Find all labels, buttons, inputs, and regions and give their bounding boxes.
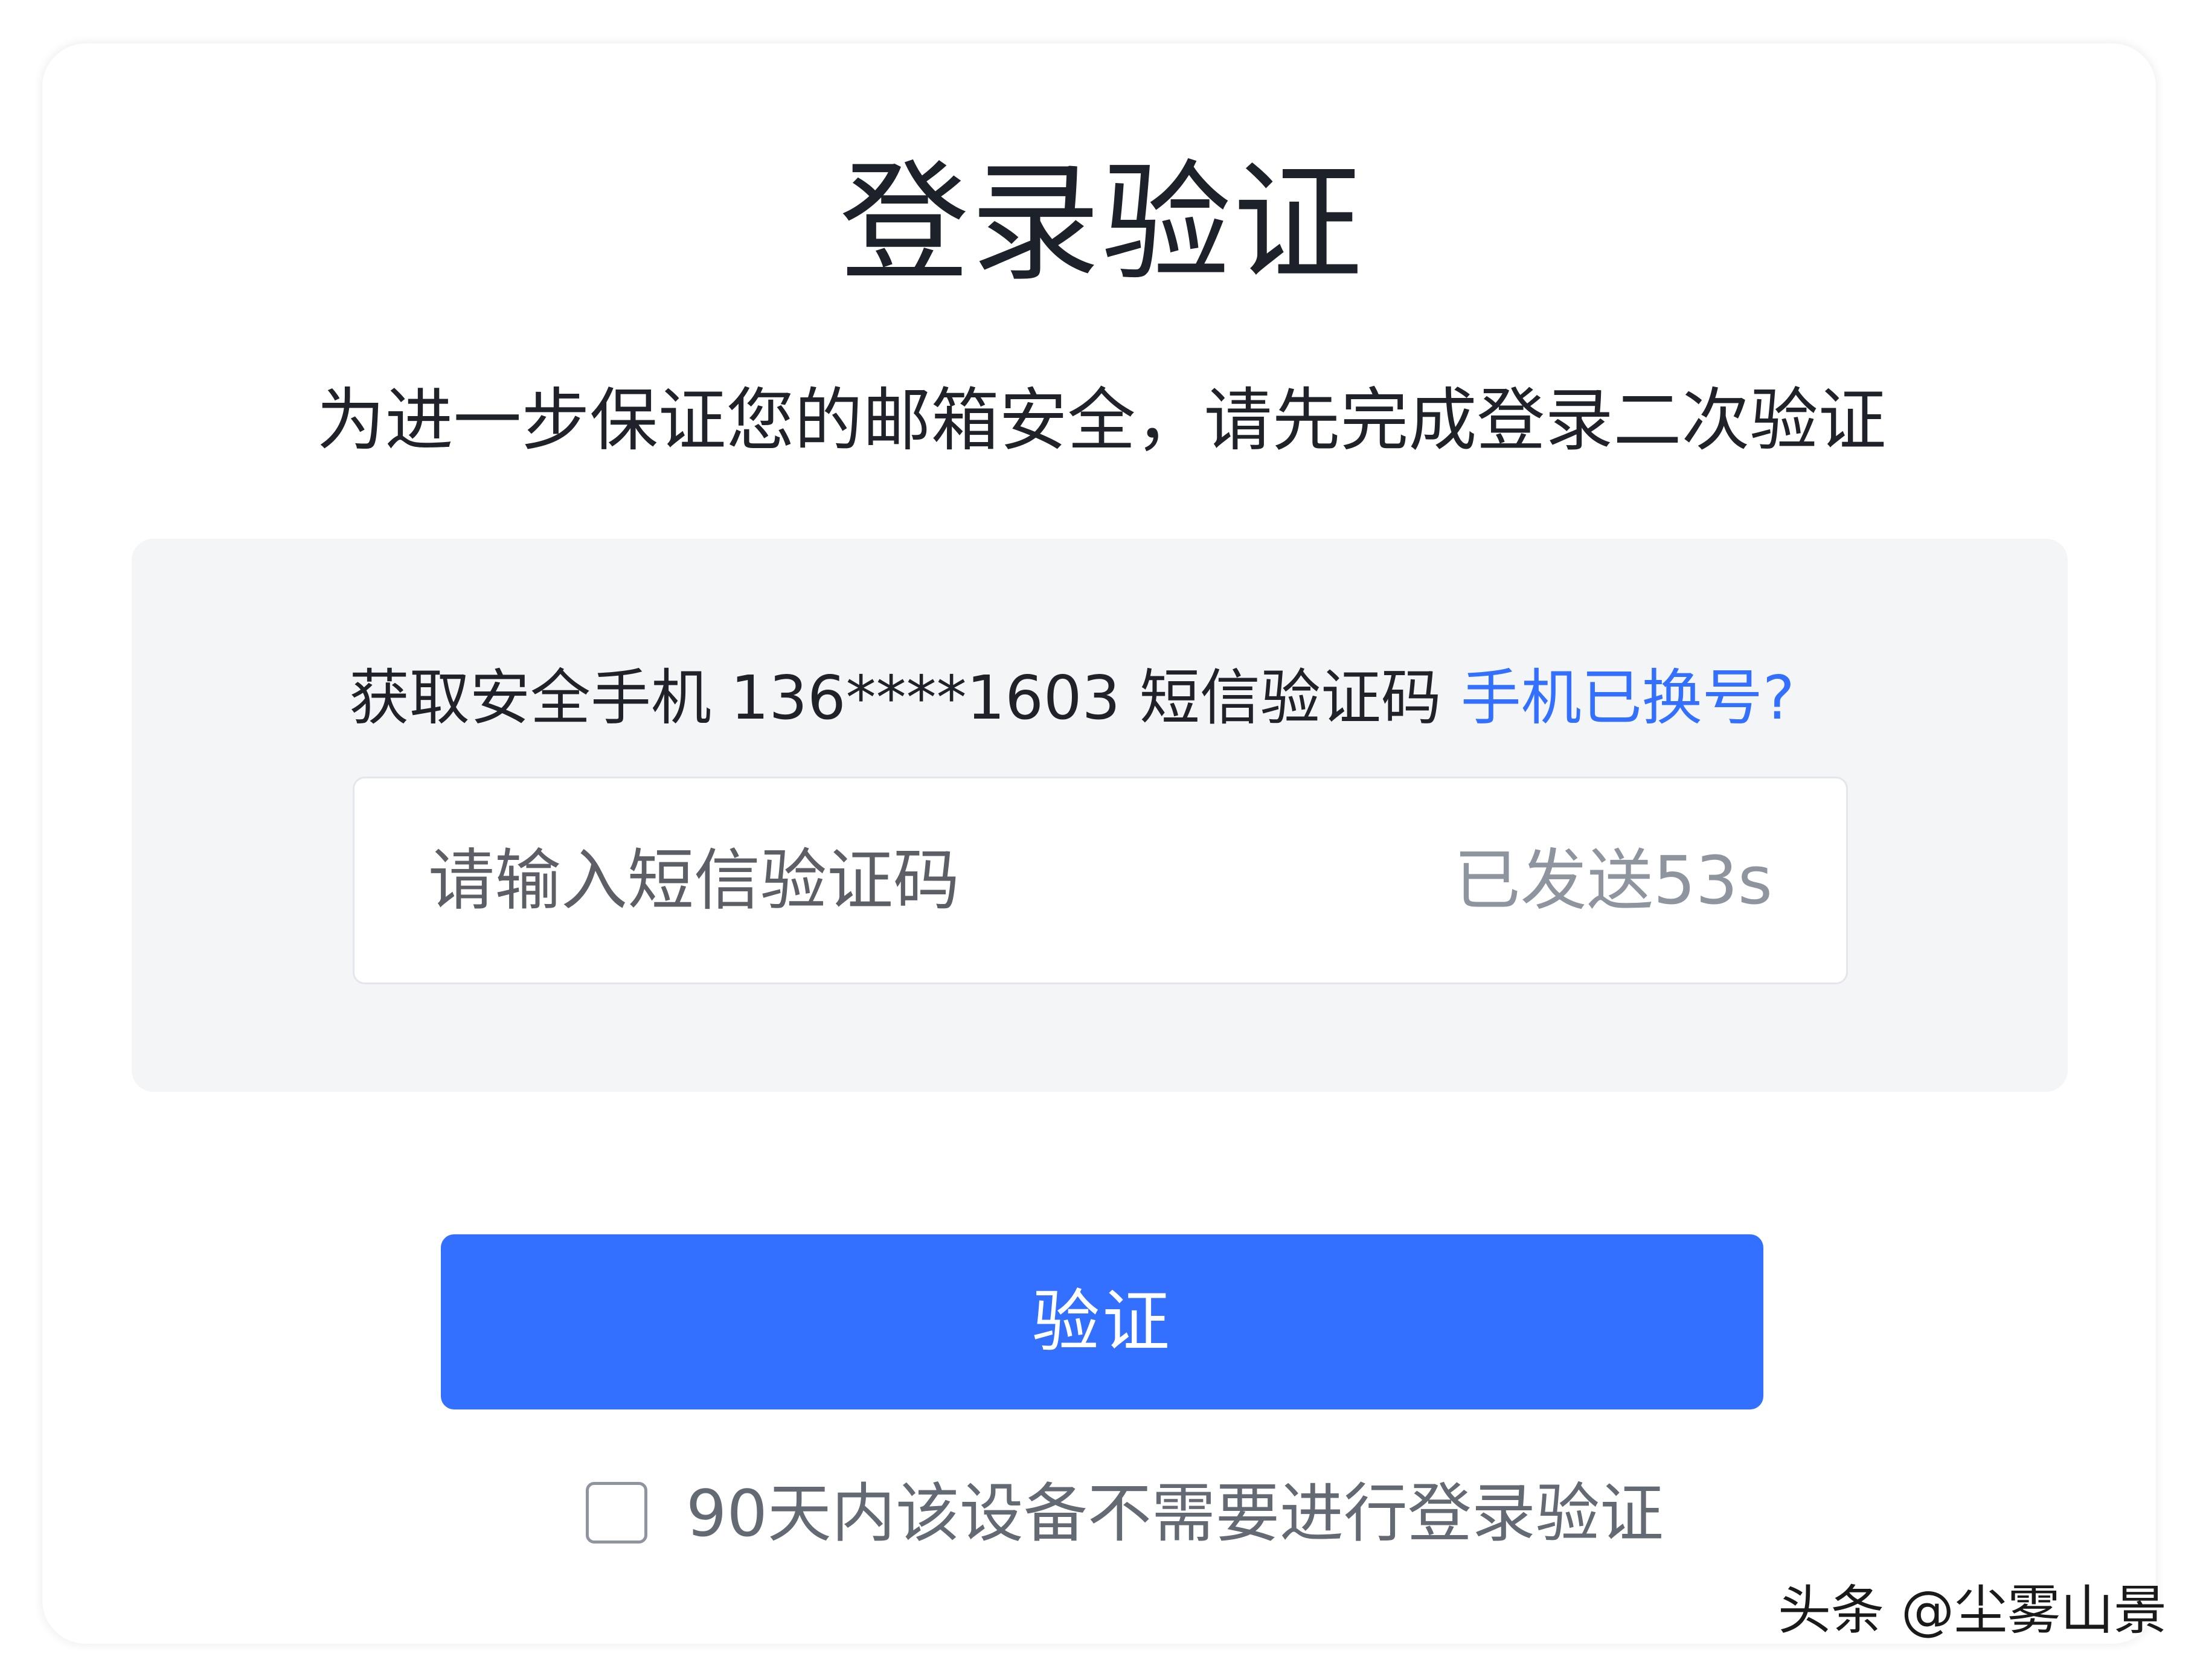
watermark-text: 头条 @尘雾山景 — [1778, 1579, 2167, 1641]
resend-countdown: 已发送53s — [1454, 842, 1772, 919]
sms-hint-text: 获取安全手机 136****1603 短信验证码 — [349, 662, 1461, 733]
sms-hint: 获取安全手机 136****1603 短信验证码 手机已换号? — [349, 656, 1919, 740]
change-phone-link[interactable]: 手机已换号? — [1461, 662, 1795, 733]
page-background: 登录验证 为进一步保证您的邮箱安全，请先完成登录二次验证 获取安全手机 136*… — [0, 0, 2203, 1680]
verify-button[interactable]: 验证 — [441, 1234, 1763, 1409]
sms-code-input[interactable] — [354, 778, 1502, 983]
sms-code-field: 已发送53s — [353, 777, 1848, 984]
remember-device-checkbox[interactable] — [586, 1482, 647, 1544]
remember-device-label[interactable]: 90天内该设备不需要进行登录验证 — [686, 1475, 1664, 1553]
page-subtitle: 为进一步保证您的邮箱安全，请先完成登录二次验证 — [316, 380, 1887, 460]
page-title: 登录验证 — [839, 147, 1364, 299]
